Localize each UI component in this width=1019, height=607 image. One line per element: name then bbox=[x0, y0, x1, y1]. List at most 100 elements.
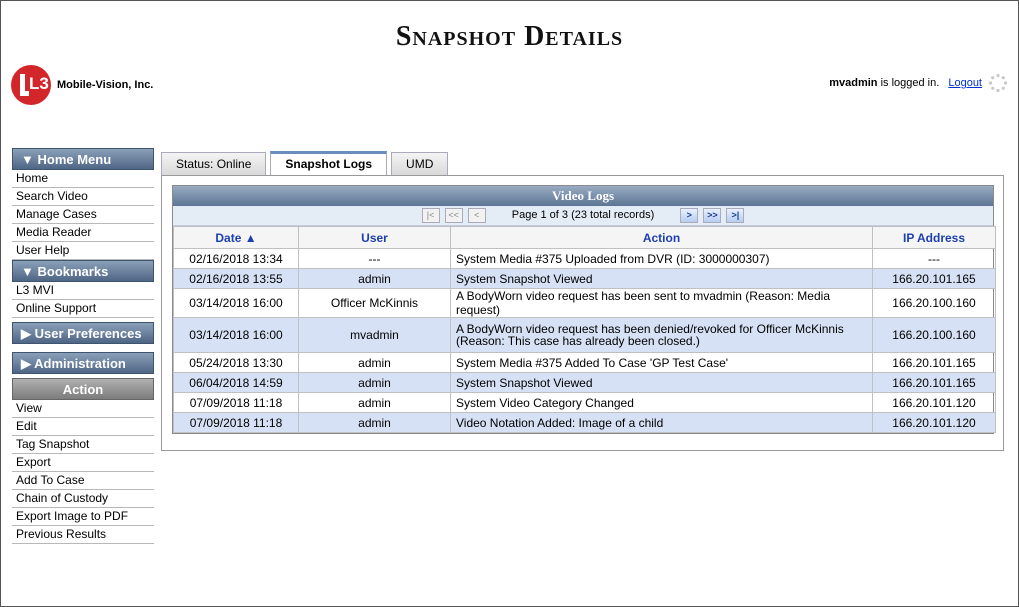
ip-cell: 166.20.100.160 bbox=[872, 317, 996, 353]
action-cell: System Snapshot Viewed bbox=[450, 372, 873, 393]
action-item-export-image-to-pdf[interactable]: Export Image to PDF bbox=[12, 508, 154, 526]
action-cell: A BodyWorn video request has been denied… bbox=[450, 317, 873, 353]
date-cell: 06/04/2018 14:59 bbox=[173, 372, 299, 393]
page-title: Snapshot Details bbox=[395, 21, 624, 52]
sidebar-item-manage-cases[interactable]: Manage Cases bbox=[12, 206, 154, 224]
tab-status-online[interactable]: Status: Online bbox=[161, 152, 267, 175]
action-cell: A BodyWorn video request has been sent t… bbox=[450, 288, 873, 318]
action-item-view[interactable]: View bbox=[12, 400, 154, 418]
table-row[interactable]: 03/14/2018 16:00 Officer McKinnis A BodyWo… bbox=[173, 288, 996, 318]
date-cell: 02/16/2018 13:55 bbox=[173, 268, 299, 289]
administration-header[interactable]: ▶ Administration bbox=[12, 352, 154, 374]
tab-snapshot-logs[interactable]: Snapshot Logs bbox=[270, 151, 388, 175]
user-cell: admin bbox=[298, 268, 451, 289]
user-cell: admin bbox=[298, 372, 451, 393]
ip-cell: 166.20.101.165 bbox=[872, 268, 996, 289]
action-cell: System Media #375 Uploaded from DVR (ID:… bbox=[450, 248, 873, 269]
next-page-icon[interactable]: > bbox=[680, 207, 699, 223]
ip-cell: --- bbox=[872, 248, 996, 269]
column-header-action[interactable]: Action bbox=[450, 226, 873, 249]
date-cell: 07/09/2018 11:18 bbox=[173, 412, 299, 433]
bookmarks-header[interactable]: ▼ Bookmarks bbox=[12, 260, 154, 282]
table-row[interactable]: 07/09/2018 11:18 admin Video Notation Adde… bbox=[173, 412, 996, 433]
bookmarks-label: Bookmarks bbox=[37, 264, 109, 279]
ip-cell: 166.20.100.160 bbox=[872, 288, 996, 318]
loading-spinner-icon bbox=[988, 73, 1008, 93]
video-logs-grid: Video Logs |< << < Page 1 of 3 (23 total… bbox=[172, 185, 996, 434]
table-row[interactable]: 02/16/2018 13:55 admin System Snapshot Vie… bbox=[173, 268, 996, 289]
l3-logo-icon: L3 bbox=[11, 65, 51, 105]
tab-umd[interactable]: UMD bbox=[391, 152, 449, 175]
home-menu-header[interactable]: ▼ Home Menu bbox=[12, 148, 154, 170]
user-cell: admin bbox=[298, 352, 451, 373]
table-row[interactable]: 05/24/2018 13:30 admin System Media #375 A… bbox=[173, 352, 996, 373]
table-row[interactable]: 06/04/2018 14:59 admin System Snapshot Vie… bbox=[173, 372, 996, 393]
bookmark-item-l3-mvi[interactable]: L3 MVI bbox=[12, 282, 154, 300]
ip-cell: 166.20.101.165 bbox=[872, 372, 996, 393]
pager: |< << < Page 1 of 3 (23 total records) >… bbox=[173, 206, 993, 226]
column-header-user[interactable]: User bbox=[298, 226, 451, 249]
prev-page-icon[interactable]: < bbox=[467, 207, 486, 223]
sidebar-item-media-reader[interactable]: Media Reader bbox=[12, 224, 154, 242]
logout-link[interactable]: Logout bbox=[948, 77, 982, 89]
login-status: mvadmin is logged in. Logout bbox=[829, 77, 982, 89]
user-preferences-header[interactable]: ▶ User Preferences bbox=[12, 322, 154, 344]
action-item-edit[interactable]: Edit bbox=[12, 418, 154, 436]
administration-label: Administration bbox=[34, 356, 126, 371]
action-header: Action bbox=[12, 378, 154, 400]
action-cell: Video Notation Added: Image of a child bbox=[450, 412, 873, 433]
tab-panel: Video Logs |< << < Page 1 of 3 (23 total… bbox=[161, 175, 1004, 451]
table-row[interactable]: 03/14/2018 16:00 mvadmin A BodyWorn video … bbox=[173, 317, 996, 353]
user-preferences-label: User Preferences bbox=[34, 326, 142, 341]
sidebar-item-search-video[interactable]: Search Video bbox=[12, 188, 154, 206]
user-cell: Officer McKinnis bbox=[298, 288, 451, 318]
action-cell: System Video Category Changed bbox=[450, 392, 873, 413]
last-page-icon[interactable]: >| bbox=[726, 207, 745, 223]
pager-text: Page 1 of 3 (23 total records) bbox=[511, 209, 655, 221]
login-suffix: is logged in. bbox=[880, 77, 940, 89]
action-item-previous-results[interactable]: Previous Results bbox=[12, 526, 154, 544]
date-cell: 03/14/2018 16:00 bbox=[173, 288, 299, 318]
app-frame: Snapshot Details L3 Mobile-Vision, Inc. … bbox=[0, 0, 1019, 607]
action-item-add-to-case[interactable]: Add To Case bbox=[12, 472, 154, 490]
home-menu-label: Home Menu bbox=[37, 152, 112, 167]
ip-cell: 166.20.101.165 bbox=[872, 352, 996, 373]
user-cell: admin bbox=[298, 412, 451, 433]
user-cell: mvadmin bbox=[298, 317, 451, 353]
action-item-tag-snapshot[interactable]: Tag Snapshot bbox=[12, 436, 154, 454]
prev-fast-icon[interactable]: << bbox=[444, 207, 463, 223]
action-list: View Edit Tag Snapshot Export Add To Case Cha… bbox=[12, 400, 154, 544]
first-page-icon[interactable]: |< bbox=[421, 207, 440, 223]
bookmark-item-online-support[interactable]: Online Support bbox=[12, 300, 154, 318]
logs-table: Date ▲ User Action IP Address 02/16/2018 13… bbox=[173, 226, 996, 433]
sidebar-item-user-help[interactable]: User Help bbox=[12, 242, 154, 260]
ip-cell: 166.20.101.120 bbox=[872, 412, 996, 433]
action-cell: System Snapshot Viewed bbox=[450, 268, 873, 289]
table-row[interactable]: 07/09/2018 11:18 admin System Video Catego… bbox=[173, 392, 996, 413]
action-item-export[interactable]: Export bbox=[12, 454, 154, 472]
action-item-chain-of-custody[interactable]: Chain of Custody bbox=[12, 490, 154, 508]
column-header-ip-address[interactable]: IP Address bbox=[872, 226, 996, 249]
ip-cell: 166.20.101.120 bbox=[872, 392, 996, 413]
grid-title: Video Logs bbox=[173, 186, 993, 206]
date-cell: 05/24/2018 13:30 bbox=[173, 352, 299, 373]
date-cell: 07/09/2018 11:18 bbox=[173, 392, 299, 413]
date-cell: 03/14/2018 16:00 bbox=[173, 317, 299, 353]
logged-in-user: mvadmin bbox=[829, 77, 878, 89]
tab-bar: Status: Online Snapshot Logs UMD bbox=[161, 151, 452, 175]
bookmarks-list: L3 MVI Online Support bbox=[12, 282, 154, 318]
action-cell: System Media #375 Added To Case 'GP Test… bbox=[450, 352, 873, 373]
next-fast-icon[interactable]: >> bbox=[703, 207, 722, 223]
sidebar: ▼ Home Menu Home Search Video Manage Cases… bbox=[12, 148, 154, 544]
user-cell: --- bbox=[298, 248, 451, 269]
company-name: Mobile-Vision, Inc. bbox=[57, 79, 154, 91]
sidebar-item-home[interactable]: Home bbox=[12, 170, 154, 188]
date-cell: 02/16/2018 13:34 bbox=[173, 248, 299, 269]
table-header: Date ▲ User Action IP Address bbox=[173, 226, 996, 249]
logo-text: L3 bbox=[29, 74, 49, 93]
table-row[interactable]: 02/16/2018 13:34 --- System Media #375 Upl… bbox=[173, 248, 996, 269]
column-header-date[interactable]: Date ▲ bbox=[173, 226, 299, 249]
company-logo: L3 Mobile-Vision, Inc. bbox=[11, 65, 153, 105]
user-cell: admin bbox=[298, 392, 451, 413]
table-body: 02/16/2018 13:34 --- System Media #375 Upl… bbox=[173, 248, 996, 433]
